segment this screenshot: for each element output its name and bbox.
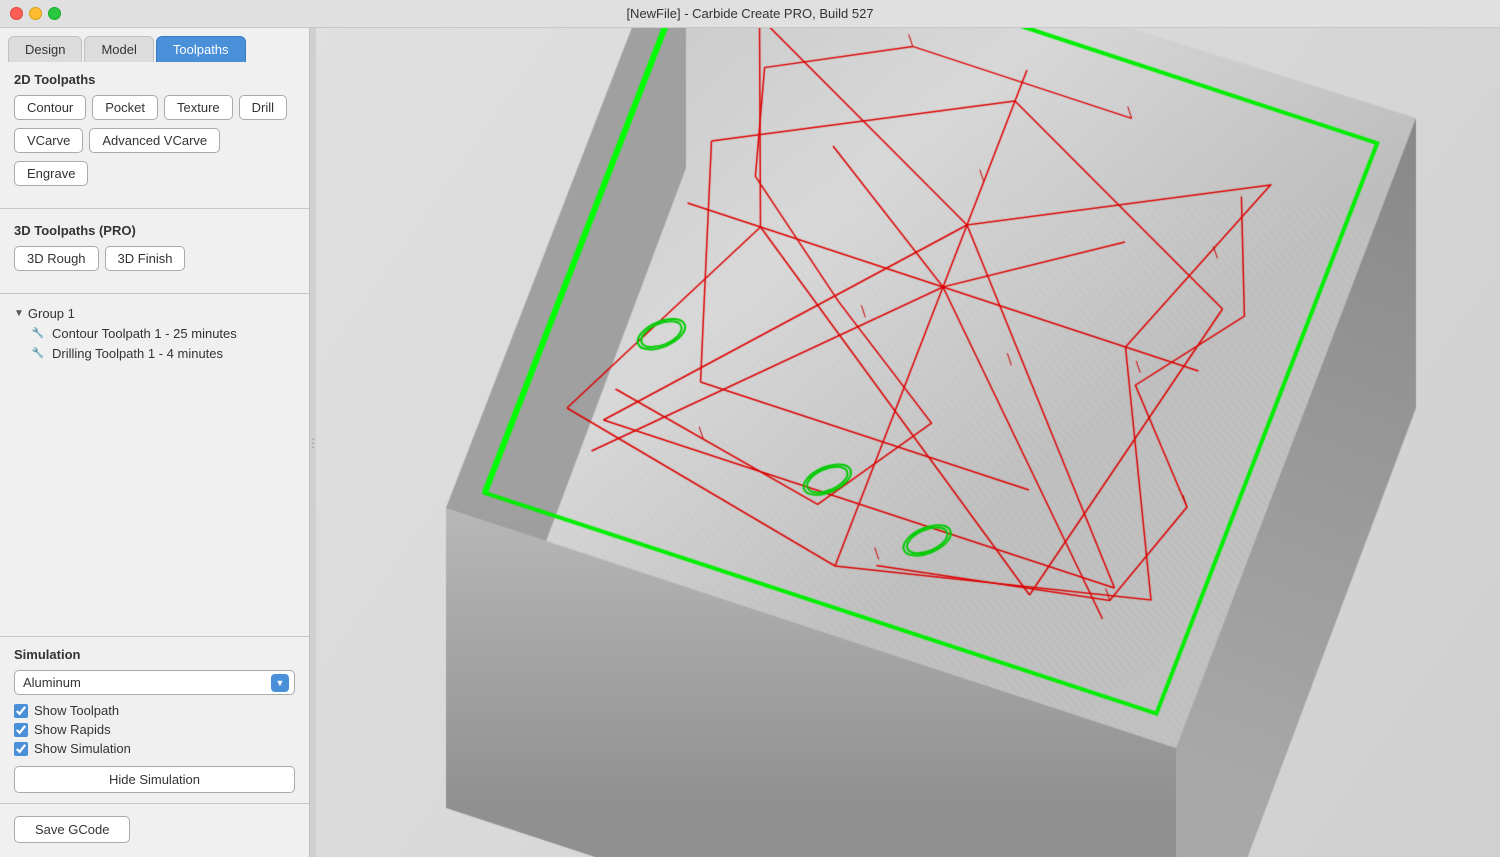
checkbox-row-rapids: Show Rapids [14,722,295,737]
group-name: Group 1 [28,306,75,321]
checkbox-show-rapids[interactable] [14,723,28,737]
label-show-simulation: Show Simulation [34,741,131,756]
simulation-label: Simulation [14,647,295,662]
save-gcode-button[interactable]: Save GCode [14,816,130,843]
tab-model[interactable]: Model [84,36,153,62]
btn-3d-rough[interactable]: 3D Rough [14,246,99,271]
toolpath-item-2[interactable]: 🔧 Drilling Toolpath 1 - 4 minutes [14,343,295,363]
material-select[interactable]: Aluminum Wood MDF Brass Steel [14,670,295,695]
toolpath-icon-1: 🔧 [30,325,46,341]
checkbox-row-toolpath: Show Toolpath [14,703,295,718]
close-button[interactable] [10,7,23,20]
toolpath-label-1: Contour Toolpath 1 - 25 minutes [52,326,237,341]
save-section: Save GCode [0,803,309,857]
tab-design[interactable]: Design [8,36,82,62]
viewport[interactable] [316,28,1500,857]
traffic-lights [10,7,61,20]
titlebar: [NewFile] - Carbide Create PRO, Build 52… [0,0,1500,28]
label-show-toolpath: Show Toolpath [34,703,119,718]
divider-1 [0,208,309,209]
group-header[interactable]: ▼ Group 1 [14,304,295,323]
tab-toolpaths[interactable]: Toolpaths [156,36,246,62]
btn-contour[interactable]: Contour [14,95,86,120]
toolpath-item-1[interactable]: 🔧 Contour Toolpath 1 - 25 minutes [14,323,295,343]
checkbox-row-simulation: Show Simulation [14,741,295,756]
maximize-button[interactable] [48,7,61,20]
btn-3d-finish[interactable]: 3D Finish [105,246,186,271]
divider-2 [0,293,309,294]
minimize-button[interactable] [29,7,42,20]
toolpath-list: ▼ Group 1 🔧 Contour Toolpath 1 - 25 minu… [0,298,309,636]
left-panel: Design Model Toolpaths 2D Toolpaths Cont… [0,28,310,857]
tab-bar: Design Model Toolpaths [0,28,309,62]
checkbox-show-simulation[interactable] [14,742,28,756]
btn-pocket[interactable]: Pocket [92,95,158,120]
section-2d-toolpaths: 2D Toolpaths Contour Pocket Texture Dril… [0,62,309,204]
btn-vcarve[interactable]: VCarve [14,128,83,153]
checkbox-show-toolpath[interactable] [14,704,28,718]
3d-canvas[interactable] [316,28,1500,857]
toolpath-label-2: Drilling Toolpath 1 - 4 minutes [52,346,223,361]
window-title: [NewFile] - Carbide Create PRO, Build 52… [626,6,873,21]
section-3d-toolpaths: 3D Toolpaths (PRO) 3D Rough 3D Finish [0,213,309,289]
label-3d-toolpaths: 3D Toolpaths (PRO) [14,223,295,238]
toolpath-buttons-row2: VCarve Advanced VCarve [14,128,295,153]
material-select-wrapper: Aluminum Wood MDF Brass Steel ▼ [14,670,295,695]
toolpath-3d-buttons: 3D Rough 3D Finish [14,246,295,271]
btn-drill[interactable]: Drill [239,95,287,120]
btn-advanced-vcarve[interactable]: Advanced VCarve [89,128,220,153]
group-arrow-icon: ▼ [14,308,24,319]
main-content: Design Model Toolpaths 2D Toolpaths Cont… [0,28,1500,857]
simulation-section: Simulation Aluminum Wood MDF Brass Steel… [0,636,309,803]
toolpath-icon-2: 🔧 [30,345,46,361]
btn-engrave[interactable]: Engrave [14,161,88,186]
btn-texture[interactable]: Texture [164,95,233,120]
label-2d-toolpaths: 2D Toolpaths [14,72,295,87]
toolpath-buttons-row3: Engrave [14,161,295,186]
hide-simulation-button[interactable]: Hide Simulation [14,766,295,793]
toolpath-buttons-row1: Contour Pocket Texture Drill [14,95,295,120]
label-show-rapids: Show Rapids [34,722,111,737]
